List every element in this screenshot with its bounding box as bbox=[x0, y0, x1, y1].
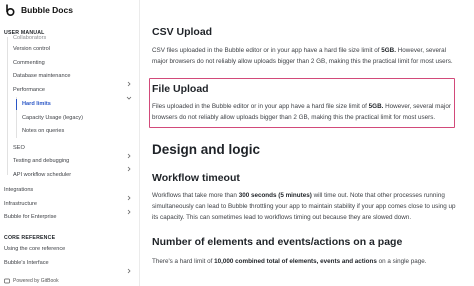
elements-text-2: on a single page. bbox=[376, 258, 427, 265]
sidebar-item-integrations[interactable]: Integrations bbox=[4, 187, 33, 193]
chevron-right-icon[interactable] bbox=[126, 188, 132, 201]
sidebar-item-database-maintenance[interactable]: Database maintenance bbox=[13, 73, 71, 79]
elements-text-1: There's a hard limit of bbox=[152, 258, 215, 265]
sidebar-item-hard-limits[interactable]: Hard limits bbox=[22, 101, 51, 107]
chevron-right-icon[interactable] bbox=[126, 74, 132, 87]
gitbook-label: Powered by GitBook bbox=[13, 278, 59, 284]
sidebar-item-capacity-usage[interactable]: Capacity Usage (legacy) bbox=[22, 115, 83, 121]
bubble-b-icon bbox=[4, 4, 16, 16]
sidebar-item-commenting[interactable]: Commenting bbox=[13, 60, 45, 66]
heading-workflow-timeout: Workflow timeout bbox=[152, 172, 240, 184]
sidebar-item-notes-on-queries[interactable]: Notes on queries bbox=[22, 128, 64, 134]
gitbook-footer[interactable]: Powered by GitBook bbox=[4, 278, 59, 284]
nav-rail bbox=[7, 37, 8, 175]
section-core-reference: CORE REFERENCE bbox=[4, 235, 56, 241]
sidebar-item-api-workflow-scheduler[interactable]: API workflow scheduler bbox=[13, 172, 71, 178]
sidebar-item-using-core-reference[interactable]: Using the core reference bbox=[4, 246, 65, 252]
file-paragraph: Files uploaded in the Bubble editor or i… bbox=[152, 101, 458, 123]
sidebar-item-performance[interactable]: Performance bbox=[13, 87, 45, 93]
csv-bold: 5GB. bbox=[381, 47, 396, 54]
heading-number-of-elements: Number of elements and events/actions on… bbox=[152, 236, 403, 248]
workflow-bold: 300 seconds (5 minutes) bbox=[238, 192, 312, 199]
chevron-down-icon[interactable] bbox=[126, 88, 132, 100]
sidebar-item-bubbles-interface[interactable]: Bubble's Interface bbox=[4, 260, 49, 266]
main-content: CSV Upload CSV files uploaded in the Bub… bbox=[141, 0, 474, 286]
file-bold: 5GB. bbox=[368, 103, 384, 110]
workflow-text-1: Workflows that take more than bbox=[152, 192, 239, 199]
sidebar-item-version-control[interactable]: Version control bbox=[13, 46, 50, 52]
heading-csv-upload: CSV Upload bbox=[152, 26, 213, 38]
workflow-paragraph: Workflows that take more than 300 second… bbox=[152, 190, 458, 224]
csv-paragraph: CSV files uploaded in the Bubble editor … bbox=[152, 45, 458, 67]
sidebar-item-collaborators[interactable]: Collaborators bbox=[13, 35, 46, 40]
chevron-right-icon[interactable] bbox=[126, 202, 132, 215]
brand-name: Bubble Docs bbox=[21, 5, 73, 15]
csv-text-1: CSV files uploaded in the Bubble editor … bbox=[152, 47, 382, 54]
sidebar-item-infrastructure[interactable]: Infrastructure bbox=[4, 201, 37, 207]
chevron-right-icon[interactable] bbox=[126, 146, 132, 159]
chevron-right-icon[interactable] bbox=[126, 261, 132, 274]
sidebar-item-bubble-for-enterprise[interactable]: Bubble for Enterprise bbox=[4, 214, 57, 220]
chevron-right-icon[interactable] bbox=[126, 159, 132, 172]
elements-paragraph: There's a hard limit of 10,000 combined … bbox=[152, 256, 458, 267]
gitbook-icon bbox=[4, 278, 10, 284]
heading-design-and-logic: Design and logic bbox=[152, 142, 261, 157]
elements-bold: 10,000 combined total of elements, event… bbox=[214, 258, 377, 265]
sidebar-item-seo[interactable]: SEO bbox=[13, 145, 25, 151]
file-text-1: Files uploaded in the Bubble editor or i… bbox=[152, 103, 369, 110]
sidebar-item-testing-and-debugging[interactable]: Testing and debugging bbox=[13, 158, 69, 164]
sidebar: Bubble Docs USER MANUAL Collaborators Ve… bbox=[0, 0, 140, 286]
heading-file-upload: File Upload bbox=[152, 83, 209, 95]
active-indicator bbox=[16, 99, 17, 110]
brand[interactable]: Bubble Docs bbox=[4, 3, 73, 17]
